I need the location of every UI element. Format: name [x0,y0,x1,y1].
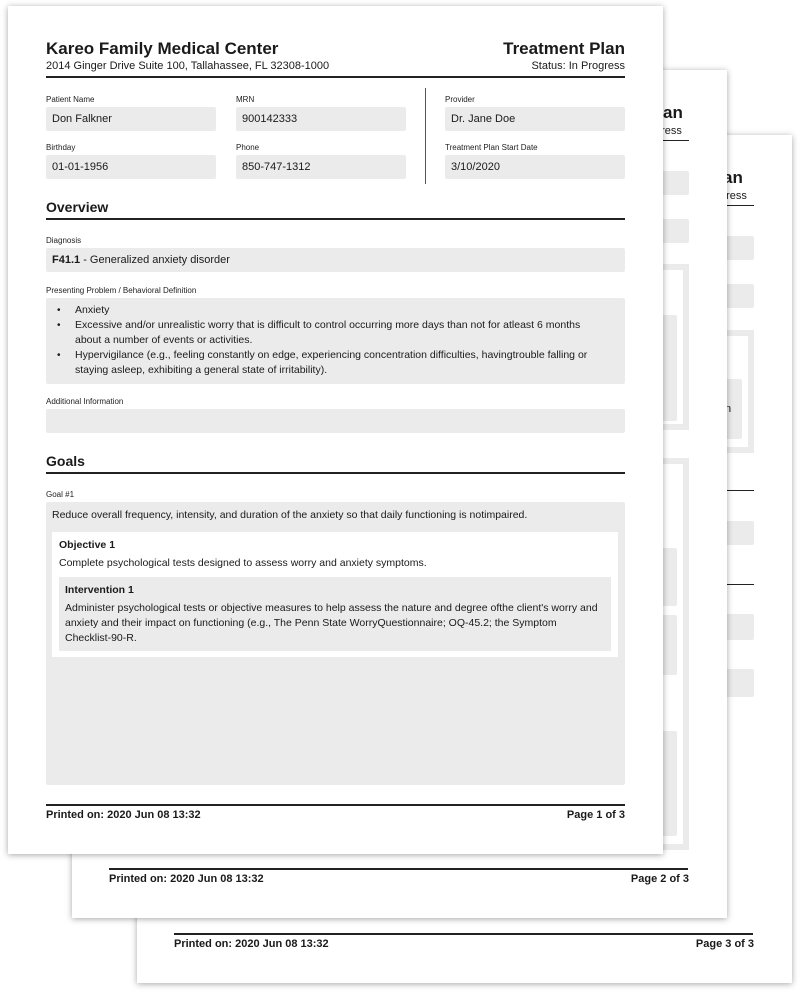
intervention-text: Administer psychological tests or object… [65,602,598,644]
footer-rule [174,933,753,935]
additional-info-label: Additional Information [46,397,124,406]
provider-label: Provider [445,95,475,104]
birthday-field: 01-01-1956 [46,155,216,179]
intervention-card: Intervention 1 Administer psychological … [59,577,611,651]
overview-heading: Overview [46,199,109,215]
patient-name-field: Don Falkner [46,107,216,131]
page-number: Page 2 of 3 [630,873,689,885]
patient-name-label: Patient Name [46,95,95,104]
diagnosis-field: F41.1 - Generalized anxiety disorder [46,248,625,272]
problem-item: Hypervigilance (e.g., feeling constantly… [46,348,606,378]
phone-value: 850-747-1312 [242,161,311,173]
objective-text: Complete psychological tests designed to… [59,557,427,569]
page-number: Page 3 of 3 [695,938,754,950]
doc-status: Status: In Progress [531,60,625,72]
mrn-label: MRN [236,95,255,104]
birthday-value: 01-01-1956 [52,161,109,173]
provider-field: Dr. Jane Doe [445,107,625,131]
mrn-value: 900142333 [242,113,298,125]
printed-on: Printed on: 2020 Jun 08 13:32 [46,809,201,821]
problem-list: Anxiety Excessive and/or unrealistic wor… [46,303,606,378]
start-date-value: 3/10/2020 [451,161,500,173]
org-name: Kareo Family Medical Center [46,39,279,58]
objective-card: Objective 1 Complete psychological tests… [52,532,618,657]
printed-on: Printed on: 2020 Jun 08 13:32 [174,938,329,950]
start-date-label: Treatment Plan Start Date [445,143,538,152]
provider-value: Dr. Jane Doe [451,113,516,125]
diagnosis-label: Diagnosis [46,236,82,245]
patient-name-value: Don Falkner [52,113,112,125]
additional-info-field [46,409,625,433]
goal-label: Goal #1 [46,490,75,499]
objective-title: Objective 1 [59,539,116,551]
goals-heading: Goals [46,453,85,469]
printed-on: Printed on: 2020 Jun 08 13:32 [109,873,264,885]
phone-label: Phone [236,143,260,152]
page-number: Page 1 of 3 [566,809,625,821]
goals-rule [46,472,625,474]
problem-field: Anxiety Excessive and/or unrealistic wor… [46,298,625,384]
goal-text: Reduce overall frequency, intensity, and… [52,509,528,521]
overview-rule [46,218,625,220]
column-divider [425,88,426,184]
org-address: 2014 Ginger Drive Suite 100, Tallahassee… [46,60,330,72]
footer-rule [109,868,688,870]
problem-item: Excessive and/or unrealistic worry that … [46,318,606,348]
start-date-field: 3/10/2020 [445,155,625,179]
diagnosis-value: F41.1 - Generalized anxiety disorder [52,254,230,266]
mrn-field: 900142333 [236,107,406,131]
goal-box: Reduce overall frequency, intensity, and… [46,502,625,785]
footer-rule [46,804,625,806]
phone-field: 850-747-1312 [236,155,406,179]
problem-label: Presenting Problem / Behavioral Definiti… [46,286,197,295]
header-rule [46,76,625,78]
problem-item: Anxiety [46,303,606,318]
doc-title: Treatment Plan [503,39,625,58]
diagnosis-code: F41.1 [52,254,81,266]
intervention-title: Intervention 1 [65,584,134,596]
page-1-sheet: Kareo Family Medical Center 2014 Ginger … [8,6,663,854]
diagnosis-text: - Generalized anxiety disorder [80,254,230,266]
birthday-label: Birthday [46,143,76,152]
